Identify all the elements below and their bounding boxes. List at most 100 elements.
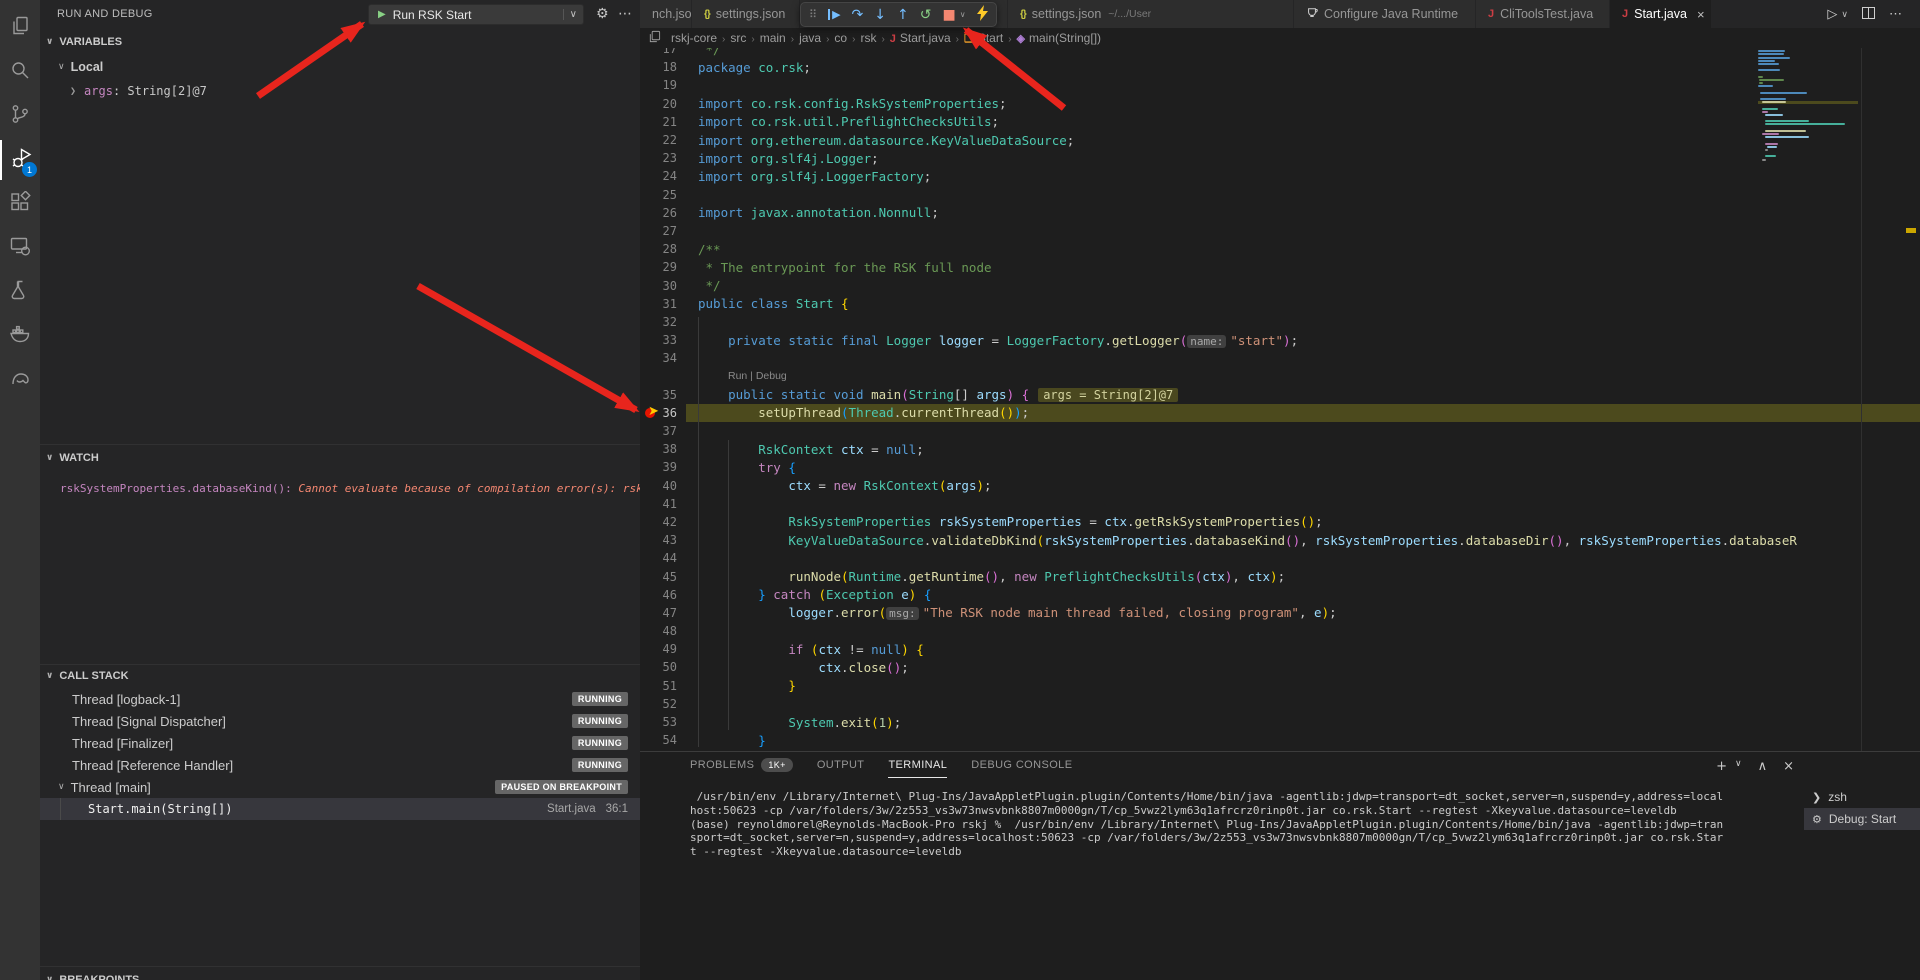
code-line-45[interactable]: 45 runNode(Runtime.getRuntime(), new Pre… — [640, 567, 1920, 585]
code-line-19[interactable]: 19 — [640, 76, 1920, 94]
code-viewport[interactable]: 17 */18package co.rsk;1920import co.rsk.… — [640, 40, 1920, 752]
watch-section-header[interactable]: ∨ WATCH — [40, 448, 640, 468]
code-line-29[interactable]: 29 * The entrypoint for the RSK full nod… — [640, 258, 1920, 276]
run-config-dropdown[interactable]: ▶ Run RSK Start ∨ — [368, 4, 584, 25]
variables-scope-local[interactable]: ∨ Local — [40, 56, 640, 78]
code-line-46[interactable]: 46 } catch (Exception e) { — [640, 586, 1920, 604]
gear-icon[interactable]: ⚙ — [596, 6, 609, 22]
code-line-40[interactable]: 40 ctx = new RskContext(args); — [640, 477, 1920, 495]
restart-icon[interactable]: ↺ — [920, 8, 932, 22]
chevron-down-icon[interactable]: ∨ — [1841, 9, 1848, 20]
activity-item-run-and-debug[interactable]: 1 — [0, 140, 40, 180]
more-actions-icon[interactable]: ⋯ — [618, 6, 632, 22]
tab-settings-json[interactable]: {}settings.json~/.../User — [1008, 0, 1294, 28]
compare-editor-icon[interactable] — [648, 30, 661, 46]
panel-tab-output[interactable]: OUTPUT — [817, 759, 865, 777]
tab-nch-json[interactable]: nch.json — [640, 0, 692, 28]
code-line-51[interactable]: 51 } — [640, 677, 1920, 695]
chevron-down-icon[interactable]: ∨ — [1735, 759, 1742, 774]
code-line-20[interactable]: 20import co.rsk.config.RskSystemProperti… — [640, 95, 1920, 113]
stop-chevron-icon[interactable]: ∨ — [960, 11, 966, 19]
activity-item-source-control[interactable] — [0, 96, 40, 136]
breadcrumb-item[interactable]: src — [730, 31, 746, 45]
call-stack-thread[interactable]: Thread [Signal Dispatcher]RUNNING — [40, 710, 640, 732]
panel-tab-problems[interactable]: PROBLEMS1K+ — [690, 758, 793, 778]
code-line-36[interactable]: 36 setUpThread(Thread.currentThread());➤ — [640, 404, 1920, 422]
variables-section-header[interactable]: ∨ VARIABLES — [40, 32, 640, 52]
activity-item-search[interactable] — [0, 52, 40, 92]
run-icon[interactable]: ▷ — [1827, 6, 1837, 22]
code-line-31[interactable]: 31public class Start { — [640, 295, 1920, 313]
codelens-run-debug[interactable]: Run | Debug — [640, 367, 1920, 385]
code-line-53[interactable]: 53 System.exit(1); — [640, 713, 1920, 731]
call-stack-thread[interactable]: Thread [Finalizer]RUNNING — [40, 732, 640, 754]
watch-expression[interactable]: rskSystemProperties.databaseKind(): Cann… — [40, 478, 640, 498]
breadcrumb-symbol[interactable]: Start — [978, 31, 1003, 45]
terminal-item-zsh[interactable]: ❯zsh — [1804, 786, 1920, 808]
chevron-up-icon[interactable]: ∧ — [1758, 759, 1768, 774]
breadcrumb-file[interactable]: Start.java — [900, 31, 951, 45]
code-line-24[interactable]: 24import org.slf4j.LoggerFactory; — [640, 167, 1920, 185]
code-line-23[interactable]: 23import org.slf4j.Logger; — [640, 149, 1920, 167]
plus-icon[interactable]: + — [1716, 759, 1727, 774]
more-icon[interactable]: ⋯ — [1889, 6, 1902, 22]
terminal-item-debug-start[interactable]: ⚙Debug: Start — [1804, 808, 1920, 830]
code-line-27[interactable]: 27 — [640, 222, 1920, 240]
breadcrumb-item[interactable]: main — [760, 31, 786, 45]
code-line-18[interactable]: 18package co.rsk; — [640, 58, 1920, 76]
code-line-52[interactable]: 52 — [640, 695, 1920, 713]
code-line-21[interactable]: 21import co.rsk.util.PreflightChecksUtil… — [640, 113, 1920, 131]
code-line-43[interactable]: 43 KeyValueDataSource.validateDbKind(rsk… — [640, 531, 1920, 549]
call-stack-thread[interactable]: Thread [Reference Handler]RUNNING — [40, 754, 640, 776]
tab-start-java[interactable]: JStart.java× — [1610, 0, 1712, 28]
tab-clitoolstest-java[interactable]: JCliToolsTest.java — [1476, 0, 1610, 28]
activity-item-remote-explorer[interactable] — [0, 228, 40, 268]
code-line-49[interactable]: 49 if (ctx != null) { — [640, 640, 1920, 658]
step-out-icon[interactable]: ↑ — [897, 8, 909, 22]
code-line-50[interactable]: 50 ctx.close(); — [640, 658, 1920, 676]
tab-settings-json[interactable]: {}settings.json — [692, 0, 800, 28]
continue-icon[interactable]: ▶ — [828, 9, 840, 20]
code-line-47[interactable]: 47 logger.error(msg:"The RSK node main t… — [640, 604, 1920, 622]
activity-item-extensions[interactable] — [0, 184, 40, 224]
code-line-28[interactable]: 28/** — [640, 240, 1920, 258]
code-line-48[interactable]: 48 — [640, 622, 1920, 640]
terminal-output[interactable]: /usr/bin/env /Library/Internet\ Plug-Ins… — [690, 790, 1800, 859]
code-line-34[interactable]: 34 — [640, 349, 1920, 367]
activity-item-explorer[interactable] — [0, 8, 40, 48]
panel-tab-debug-console[interactable]: DEBUG CONSOLE — [971, 759, 1072, 777]
code-line-32[interactable]: 32 — [640, 313, 1920, 331]
panel-tab-terminal[interactable]: TERMINAL — [888, 759, 947, 778]
stop-icon[interactable]: ■ — [942, 8, 955, 22]
breadcrumb-item[interactable]: rsk — [860, 31, 876, 45]
code-line-35[interactable]: 35 public static void main(String[] args… — [640, 386, 1920, 404]
breadcrumb-symbol[interactable]: main(String[]) — [1029, 31, 1101, 45]
tab-configure-java-runtime[interactable]: Configure Java Runtime — [1294, 0, 1476, 28]
chevron-down-icon[interactable]: ∨ — [563, 9, 583, 20]
minimap[interactable] — [1758, 40, 1858, 180]
call-stack-thread[interactable]: Thread [logback-1]RUNNING — [40, 688, 640, 710]
code-line-22[interactable]: 22import org.ethereum.datasource.KeyValu… — [640, 131, 1920, 149]
code-line-26[interactable]: 26import javax.annotation.Nonnull; — [640, 204, 1920, 222]
close-icon[interactable]: × — [1783, 759, 1794, 774]
call-stack-section-header[interactable]: ∨ CALL STACK — [40, 666, 640, 686]
code-line-30[interactable]: 30 */ — [640, 276, 1920, 294]
code-line-41[interactable]: 41 — [640, 495, 1920, 513]
call-stack-thread[interactable]: ∨Thread [main]PAUSED ON BREAKPOINT — [40, 776, 640, 798]
breadcrumb-item[interactable]: java — [799, 31, 821, 45]
variable-args[interactable]: ❯ args: String[2]@7 — [40, 80, 640, 102]
activity-item-docker[interactable] — [0, 316, 40, 356]
breakpoint-current-icon[interactable]: ➤ — [645, 406, 661, 420]
breadcrumb-item[interactable]: co — [834, 31, 847, 45]
step-over-icon[interactable]: ↷ — [852, 8, 864, 22]
code-line-25[interactable]: 25 — [640, 186, 1920, 204]
breakpoints-section-header[interactable]: ∨ BREAKPOINTS — [40, 970, 640, 980]
activity-item-gradle[interactable] — [0, 360, 40, 400]
code-line-37[interactable]: 37 — [640, 422, 1920, 440]
code-line-39[interactable]: 39 try { — [640, 458, 1920, 476]
close-icon[interactable]: × — [1697, 7, 1705, 22]
code-line-38[interactable]: 38 RskContext ctx = null; — [640, 440, 1920, 458]
code-line-33[interactable]: 33 private static final Logger logger = … — [640, 331, 1920, 349]
activity-item-testing[interactable] — [0, 272, 40, 312]
code-line-54[interactable]: 54 } — [640, 731, 1920, 749]
